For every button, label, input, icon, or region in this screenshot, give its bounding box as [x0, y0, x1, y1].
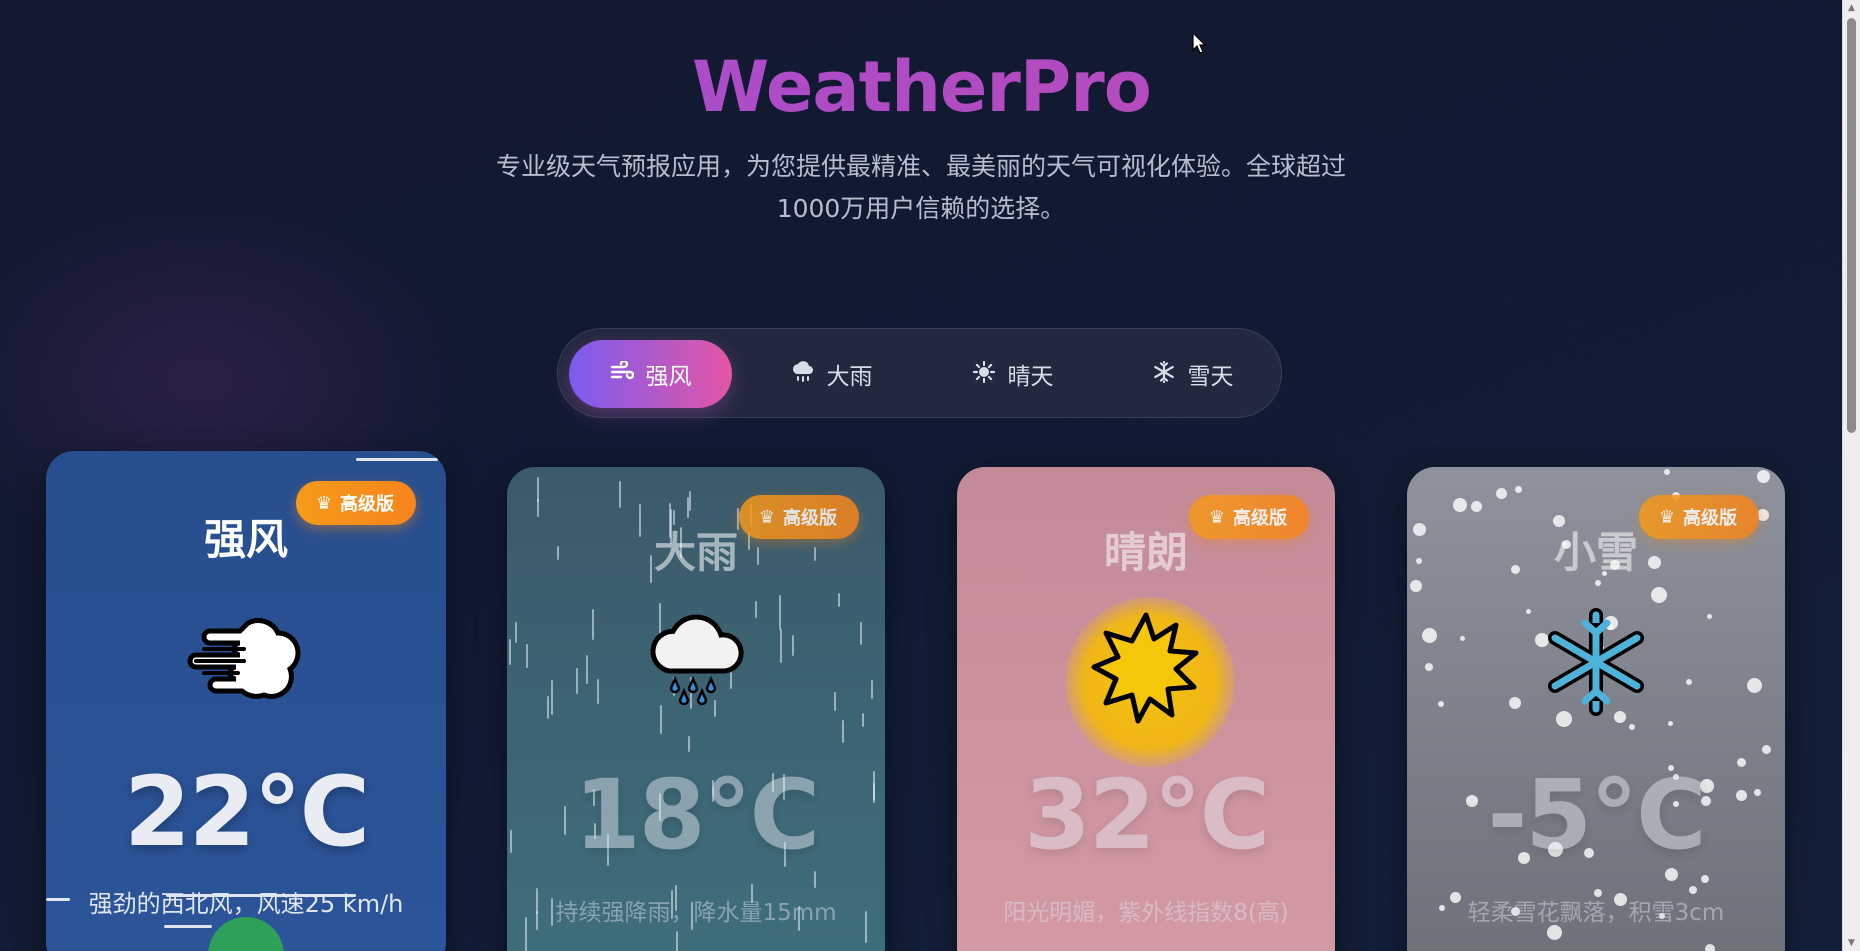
rain-streak: [688, 736, 690, 752]
sun-icon: [957, 607, 1335, 731]
brand-title: WeatherPro: [0, 46, 1843, 128]
snow-flake-dot: [1629, 724, 1635, 730]
tab-snow[interactable]: 雪天: [1111, 340, 1274, 408]
tab-rain[interactable]: 大雨: [750, 340, 913, 408]
cloud-rain-icon: [507, 607, 885, 711]
decorative-dot: [208, 917, 284, 951]
snow-flake-dot: [1705, 944, 1715, 951]
temperature: 32°C: [1023, 759, 1270, 871]
snowflake-icon: [1407, 607, 1785, 721]
tab-label: 雪天: [1187, 364, 1234, 390]
snow-flake-dot: [1668, 721, 1673, 726]
temperature: 22°C: [123, 756, 370, 868]
snow-flake-dot: [1762, 745, 1771, 754]
weather-card-sunny[interactable]: ♛ 高级版 晴朗 32°C 阳光明媚，紫外线指数8(高): [957, 467, 1335, 951]
temperature: -5°C: [1487, 759, 1706, 871]
rain-streak: [676, 931, 678, 951]
card-title: 小雪: [1553, 528, 1638, 577]
card-title: 大雨: [653, 528, 738, 577]
page-scrollbar[interactable]: ▲ ▼: [1842, 0, 1860, 951]
rain-streak: [689, 491, 691, 511]
card-description: 强劲的西北风，风速25 km/h: [88, 890, 404, 918]
scroll-down-arrow-icon[interactable]: ▼: [1843, 935, 1860, 951]
scroll-up-arrow-icon[interactable]: ▲: [1843, 0, 1860, 16]
card-title: 晴朗: [1103, 528, 1188, 577]
wind-streak: [164, 925, 212, 928]
snow-flake-dot: [1651, 587, 1667, 603]
tab-label: 大雨: [826, 364, 873, 390]
tab-label: 晴天: [1007, 364, 1054, 390]
rain-streak: [838, 593, 840, 607]
wind-streak: [356, 458, 438, 461]
snow-flake-dot: [1664, 469, 1670, 475]
snow-flake-dot: [1701, 875, 1709, 883]
snow-flake-dot: [1471, 501, 1482, 512]
rain-streak: [862, 713, 864, 727]
snow-flake-dot: [1595, 580, 1601, 586]
tab-label: 强风: [645, 364, 692, 390]
scroll-thumb[interactable]: [1847, 18, 1856, 433]
wind-face-icon: [46, 611, 446, 715]
snow-flake-dot: [1496, 488, 1507, 499]
sun-icon: [972, 360, 996, 388]
card-description: 阳光明媚，紫外线指数8(高): [1003, 900, 1289, 926]
card-description: 轻柔雪花飘落，积雪3cm: [1467, 900, 1725, 926]
rain-streak: [537, 499, 539, 517]
weather-card-snow[interactable]: ♛ 高级版 小雪 -5°C 轻柔雪花飘落，积雪3cm: [1407, 467, 1785, 951]
snow-flake-dot: [1410, 580, 1422, 592]
weather-tab-bar: 强风 大雨 晴天 雪天: [557, 328, 1282, 418]
cloud-rain-icon: [791, 360, 815, 388]
snow-flake-dot: [1453, 498, 1467, 512]
snow-flake-dot: [1515, 486, 1522, 493]
weather-card-rain[interactable]: ♛ 高级版 大雨 18°C 持续强降雨，降水量15mm: [507, 467, 885, 951]
rain-streak: [814, 871, 816, 888]
rain-streak: [865, 911, 867, 943]
rain-streak: [687, 497, 689, 518]
snow-flake-dot: [1689, 886, 1697, 894]
mouse-cursor-icon: [1192, 32, 1206, 54]
tab-sunny[interactable]: 晴天: [931, 340, 1094, 408]
snowflake-icon: [1152, 360, 1176, 388]
rain-streak: [842, 720, 844, 743]
card-description: 持续强降雨，降水量15mm: [555, 900, 837, 926]
snow-flake-dot: [1757, 470, 1770, 483]
card-title: 强风: [203, 515, 288, 564]
rain-streak: [619, 481, 621, 508]
tab-wind[interactable]: 强风: [569, 340, 732, 408]
tagline: 专业级天气预报应用，为您提供最精准、最美丽的天气可视化体验。全球超过1000万用…: [495, 152, 1346, 223]
weather-card-wind[interactable]: ♛ 高级版 强风 22°C 强劲的西北风，风速25 km/h: [46, 451, 446, 951]
wind-icon: [610, 359, 634, 387]
temperature: 18°C: [573, 759, 820, 871]
